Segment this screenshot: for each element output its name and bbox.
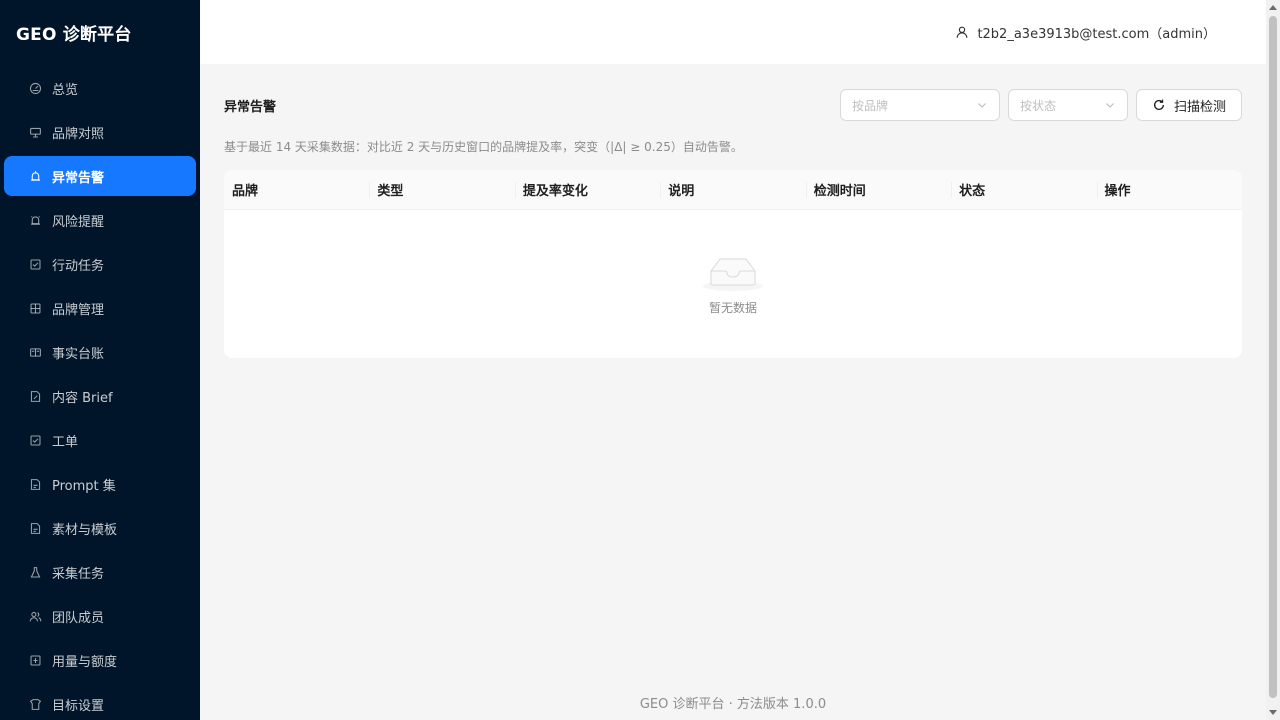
sidebar-item-label: 采集任务 xyxy=(52,566,105,582)
sidebar-item-tickets[interactable]: 工单 xyxy=(4,420,196,460)
empty-inbox-icon xyxy=(701,249,765,293)
check-square-icon xyxy=(28,257,42,271)
sidebar-item-label: 风险提醒 xyxy=(52,214,105,230)
check-square-icon xyxy=(28,433,42,447)
sidebar-item-label: Prompt 集 xyxy=(52,478,116,494)
sidebar-item-team-members[interactable]: 团队成员 xyxy=(4,596,196,636)
dashboard-icon xyxy=(28,81,42,95)
brand-filter-select[interactable]: 按品牌 xyxy=(839,89,1000,121)
page-toolbar: 异常告警 按品牌 按状态 扫描检测 xyxy=(224,88,1242,122)
status-filter-select[interactable]: 按状态 xyxy=(1007,89,1128,121)
page-footer: GEO 诊断平台 · 方法版本 1.0.0 xyxy=(639,696,827,712)
column-header-detected-time: 检测时间 xyxy=(805,170,951,209)
beaker-icon xyxy=(28,565,42,579)
sidebar-item-fact-ledger[interactable]: 事实台账 xyxy=(4,332,196,372)
column-header-brand: 品牌 xyxy=(232,184,259,199)
sidebar-item-brand-management[interactable]: 品牌管理 xyxy=(4,288,196,328)
chevron-down-icon xyxy=(976,99,988,111)
user-menu[interactable]: t2b2_a3e3913b@test.com（admin） xyxy=(955,23,1216,42)
scroll-up-arrow-icon[interactable] xyxy=(1269,5,1277,10)
top-header: t2b2_a3e3913b@test.com（admin） xyxy=(200,0,1266,64)
page-title: 异常告警 xyxy=(224,99,277,115)
file-icon xyxy=(28,521,42,535)
column-header-mention-change: 提及率变化 xyxy=(514,170,660,209)
sidebar-item-prompt-sets[interactable]: Prompt 集 xyxy=(4,464,196,504)
sidebar-item-label: 目标设置 xyxy=(52,698,105,714)
empty-state-text: 暂无数据 xyxy=(708,300,757,315)
status-filter-placeholder: 按状态 xyxy=(1019,98,1056,113)
sidebar-item-content-brief[interactable]: 内容 Brief xyxy=(4,376,196,416)
sidebar-item-label: 内容 Brief xyxy=(52,390,113,406)
chevron-down-icon xyxy=(1104,99,1116,111)
sidebar-item-brand-compare[interactable]: 品牌对照 xyxy=(4,112,196,152)
bell-icon xyxy=(28,213,42,227)
sidebar-item-action-tasks[interactable]: 行动任务 xyxy=(4,244,196,284)
sidebar-item-label: 用量与额度 xyxy=(52,654,118,670)
book-icon xyxy=(28,345,42,359)
user-account-label: t2b2_a3e3913b@test.com（admin） xyxy=(977,26,1216,42)
compare-icon xyxy=(28,125,42,139)
filter-controls: 按品牌 按状态 扫描检测 xyxy=(839,89,1242,121)
table-header: 品牌 类型 提及率变化 说明 检测时间 状态 操作 xyxy=(224,170,1242,210)
scan-button-label: 扫描检测 xyxy=(1173,99,1226,115)
sidebar-item-label: 行动任务 xyxy=(52,258,105,274)
alerts-table: 品牌 类型 提及率变化 说明 检测时间 状态 操作 暂无数据 xyxy=(224,170,1242,358)
usage-icon xyxy=(28,653,42,667)
sidebar-item-assets-templates[interactable]: 素材与模板 xyxy=(4,508,196,548)
sidebar-item-label: 品牌管理 xyxy=(52,302,105,318)
target-icon xyxy=(28,697,42,711)
column-header-description: 说明 xyxy=(660,170,805,209)
table-empty-state: 暂无数据 xyxy=(224,210,1242,358)
sidebar-item-target-settings[interactable]: 目标设置 xyxy=(4,684,196,720)
scan-detect-button[interactable]: 扫描检测 xyxy=(1135,89,1242,121)
column-header-type: 类型 xyxy=(369,170,514,209)
reload-icon xyxy=(1152,98,1166,112)
sidebar-item-label: 事实台账 xyxy=(52,346,105,362)
scroll-down-arrow-icon[interactable] xyxy=(1269,710,1277,715)
sidebar-item-anomaly-alerts[interactable]: 异常告警 xyxy=(4,156,196,196)
app-logo-title[interactable]: GEO 诊断平台 xyxy=(0,0,200,64)
sidebar-menu: 总览 品牌对照 异常告警 风险提醒 行动任务 品牌管理 事实台账 内容 Brie… xyxy=(0,68,200,720)
page-scrollbar[interactable] xyxy=(1266,0,1280,720)
user-icon xyxy=(955,25,969,39)
alert-icon xyxy=(28,169,42,183)
main-content: 异常告警 按品牌 按状态 扫描检测 基于最近 14 天采集数据：对比近 2 天与… xyxy=(200,64,1266,720)
scrollbar-thumb[interactable] xyxy=(1269,16,1277,698)
sidebar-item-collection-tasks[interactable]: 采集任务 xyxy=(4,552,196,592)
sidebar-item-label: 总览 xyxy=(52,82,79,98)
team-icon xyxy=(28,609,42,623)
table-icon xyxy=(28,301,42,315)
column-header-actions: 操作 xyxy=(1096,170,1242,209)
sidebar-item-risk-reminders[interactable]: 风险提醒 xyxy=(4,200,196,240)
sidebar-item-label: 素材与模板 xyxy=(52,522,118,538)
sidebar-item-label: 团队成员 xyxy=(52,610,105,626)
sidebar-item-label: 品牌对照 xyxy=(52,126,105,142)
column-header-status: 状态 xyxy=(951,170,1096,209)
sidebar-item-overview[interactable]: 总览 xyxy=(4,68,196,108)
page-description: 基于最近 14 天采集数据：对比近 2 天与历史窗口的品牌提及率，突变（|Δ| … xyxy=(224,140,743,154)
brand-filter-placeholder: 按品牌 xyxy=(851,98,888,113)
file-icon xyxy=(28,477,42,491)
sidebar: GEO 诊断平台 总览 品牌对照 异常告警 风险提醒 行动任务 品牌管理 事实台… xyxy=(0,0,200,720)
sidebar-item-usage-quota[interactable]: 用量与额度 xyxy=(4,640,196,680)
sidebar-item-label: 工单 xyxy=(52,434,79,450)
sidebar-item-label: 异常告警 xyxy=(52,170,105,186)
file-edit-icon xyxy=(28,389,42,403)
